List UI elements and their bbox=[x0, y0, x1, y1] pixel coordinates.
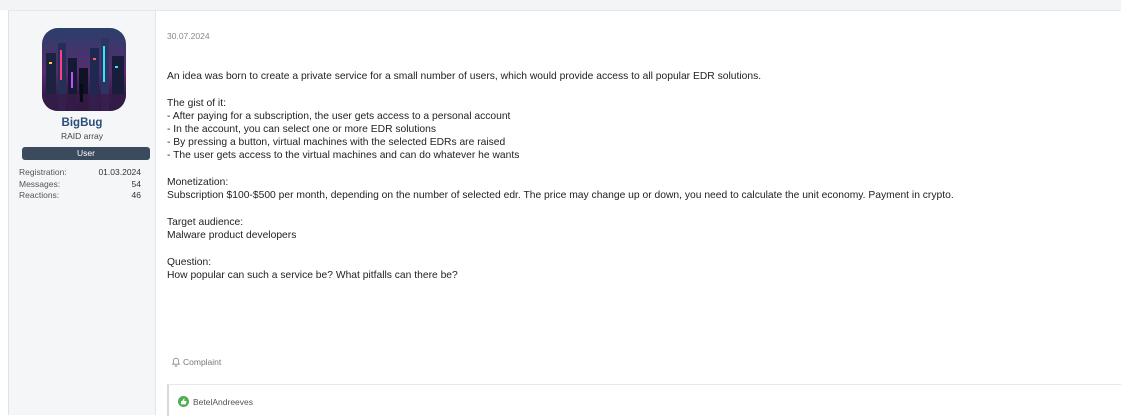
forum-post: BigBug RAID array User Registration: 01.… bbox=[8, 10, 1121, 416]
post-paragraph: Target audience: Malware product develop… bbox=[167, 217, 297, 241]
stat-label: Reactions: bbox=[19, 190, 60, 200]
stat-value: 01.03.2024 bbox=[98, 167, 141, 177]
post-paragraph: Monetization: Subscription $100-$500 per… bbox=[167, 177, 954, 201]
stat-reactions: Reactions: 46 bbox=[19, 190, 141, 202]
reaction-entry[interactable]: BetelAndreeves bbox=[178, 396, 253, 407]
post-paragraph: Question: How popular can such a service… bbox=[167, 257, 458, 281]
stat-value: 46 bbox=[131, 190, 141, 200]
stat-label: Messages: bbox=[19, 178, 61, 189]
user-stats: Registration: 01.03.2024 Messages: 54 Re… bbox=[19, 167, 141, 202]
complaint-label: Complaint bbox=[183, 357, 222, 367]
post-date[interactable]: 30.07.2024 bbox=[167, 31, 210, 41]
stat-messages: Messages: 54 bbox=[19, 179, 141, 191]
reaction-username[interactable]: BetelAndreeves bbox=[193, 397, 253, 407]
stat-registration: Registration: 01.03.2024 bbox=[19, 167, 141, 179]
avatar-image bbox=[42, 28, 126, 111]
top-band bbox=[0, 0, 1121, 10]
post-paragraph: An idea was born to create a private ser… bbox=[167, 71, 762, 82]
post-paragraph: The gist of it: - After paying for a sub… bbox=[167, 98, 520, 161]
user-sidebar: BigBug RAID array User Registration: 01.… bbox=[9, 11, 156, 415]
complaint-button[interactable]: Complaint bbox=[171, 357, 221, 367]
like-icon bbox=[178, 396, 189, 407]
reactions-bar: BetelAndreeves bbox=[167, 384, 1121, 416]
bell-icon bbox=[171, 357, 181, 367]
user-avatar[interactable] bbox=[42, 28, 126, 111]
stat-value: 54 bbox=[131, 178, 141, 189]
post-body: An idea was born to create a private ser… bbox=[167, 70, 1117, 296]
post-content: 30.07.2024 An idea was born to create a … bbox=[167, 11, 1121, 416]
username[interactable]: BigBug bbox=[9, 117, 155, 129]
stat-label: Registration: bbox=[19, 167, 67, 177]
user-title: RAID array bbox=[60, 131, 104, 141]
user-role-badge: User bbox=[22, 147, 150, 160]
